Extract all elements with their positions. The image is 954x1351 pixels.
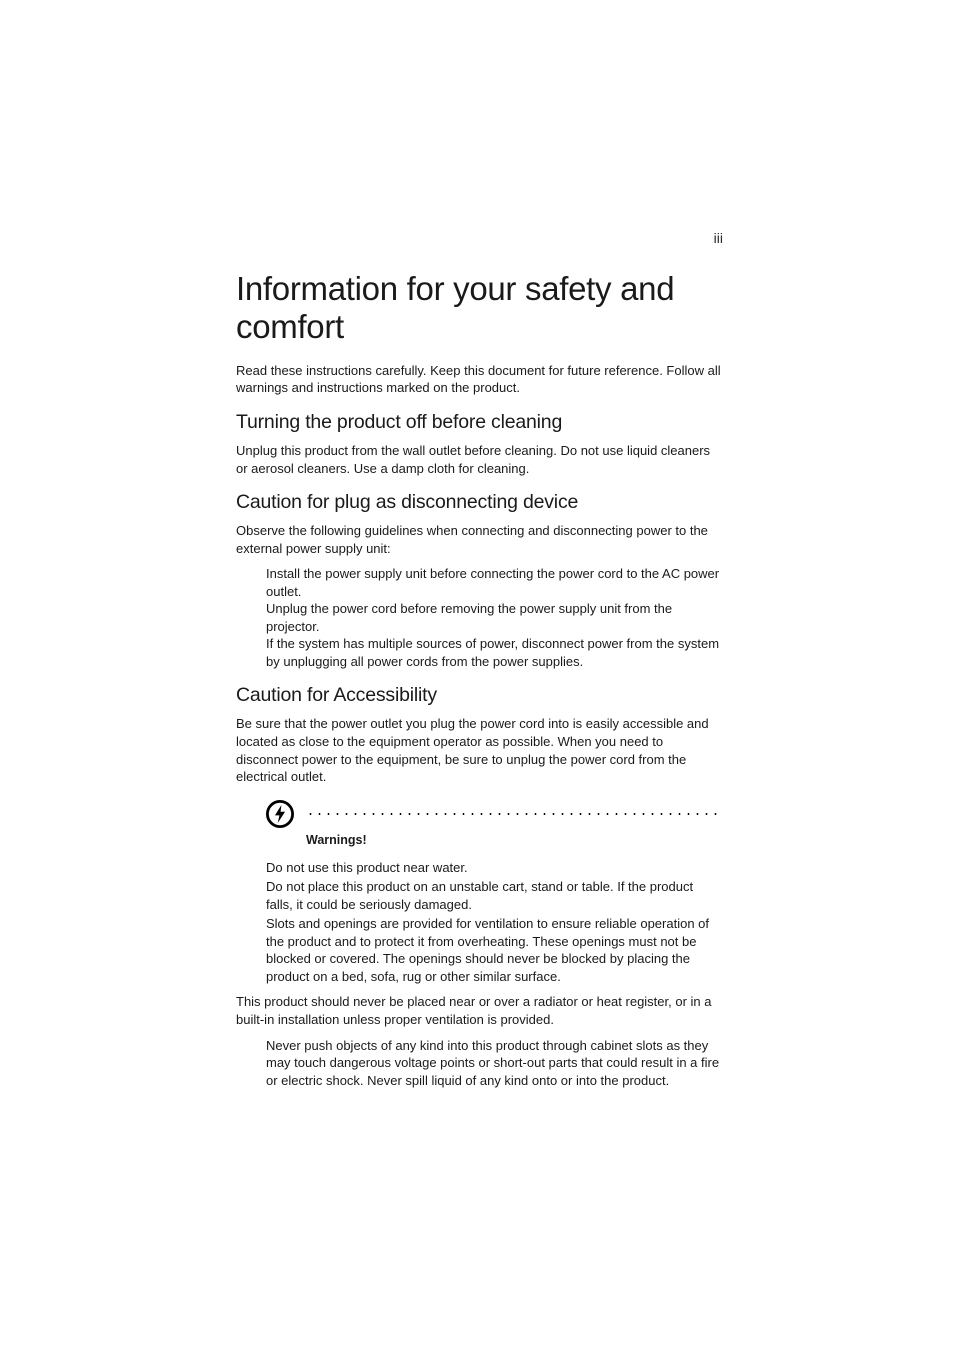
list-item: Never push objects of any kind into this… bbox=[266, 1037, 723, 1090]
section-heading-plug: Caution for plug as disconnecting device bbox=[236, 491, 723, 514]
page-title: Information for your safety and comfort bbox=[236, 270, 723, 346]
intro-paragraph: Read these instructions carefully. Keep … bbox=[236, 362, 723, 397]
list-item: Slots and openings are provided for vent… bbox=[266, 915, 723, 985]
page-content: Information for your safety and comfort … bbox=[0, 0, 954, 1089]
warning-items-list-2: Never push objects of any kind into this… bbox=[236, 1037, 723, 1090]
warning-mid-paragraph: This product should never be placed near… bbox=[236, 993, 723, 1028]
list-item: Install the power supply unit before con… bbox=[266, 565, 723, 600]
warning-label: Warnings! bbox=[306, 833, 723, 847]
section-heading-accessibility: Caution for Accessibility bbox=[236, 684, 723, 707]
section-heading-cleaning: Turning the product off before cleaning bbox=[236, 411, 723, 434]
dotted-separator bbox=[306, 813, 723, 815]
list-item: Do not place this product on an unstable… bbox=[266, 878, 723, 913]
section-body-cleaning: Unplug this product from the wall outlet… bbox=[236, 442, 723, 477]
list-item: Unplug the power cord before removing th… bbox=[266, 600, 723, 635]
warning-box: Warnings! bbox=[236, 800, 723, 847]
warning-items-list: Do not use this product near water. Do n… bbox=[236, 859, 723, 986]
electric-hazard-icon bbox=[266, 800, 294, 828]
list-item: Do not use this product near water. bbox=[266, 859, 723, 877]
plug-guidelines-list: Install the power supply unit before con… bbox=[236, 565, 723, 670]
list-item: If the system has multiple sources of po… bbox=[266, 635, 723, 670]
page-number: iii bbox=[714, 230, 723, 246]
warning-header bbox=[266, 800, 723, 828]
section-body-accessibility: Be sure that the power outlet you plug t… bbox=[236, 715, 723, 785]
section-body-plug: Observe the following guidelines when co… bbox=[236, 522, 723, 557]
